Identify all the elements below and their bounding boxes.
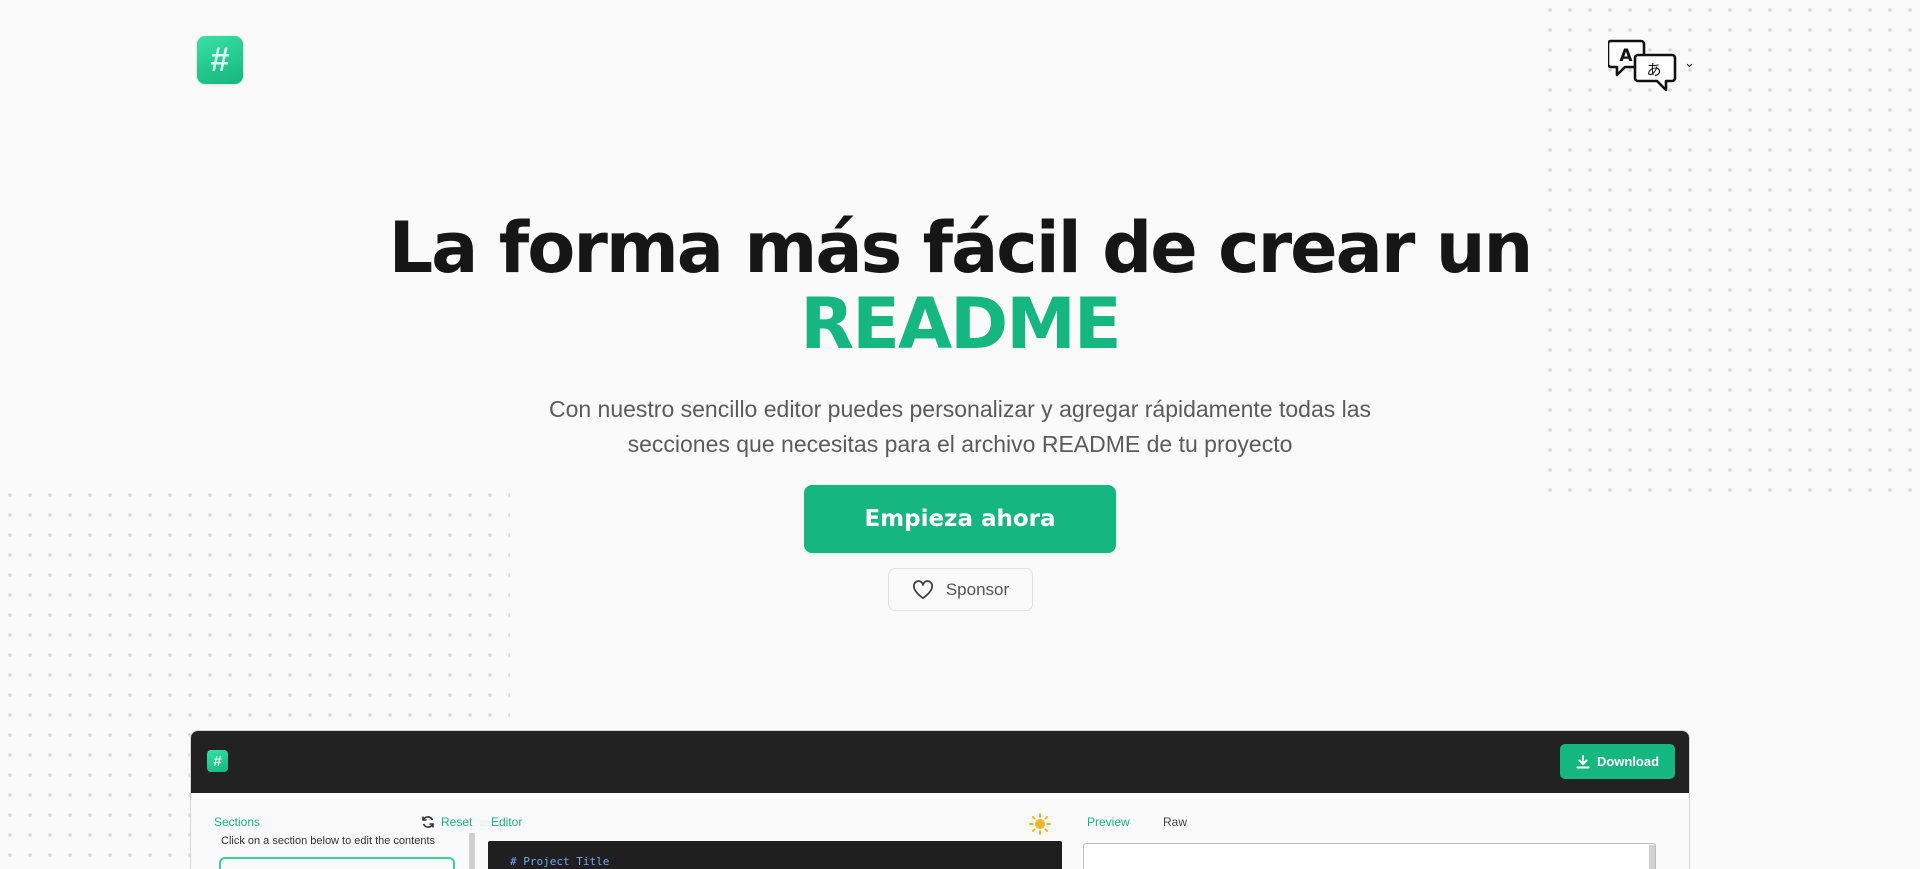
refresh-icon bbox=[422, 816, 434, 828]
language-selector[interactable]: A あ ⌄ bbox=[1608, 38, 1695, 92]
preview-sections-label: Sections bbox=[214, 815, 261, 829]
preview-download-button: Download bbox=[1560, 744, 1675, 779]
download-icon bbox=[1576, 754, 1590, 768]
sun-icon bbox=[1029, 813, 1051, 835]
preview-reset: Reset bbox=[421, 815, 472, 829]
preview-output-pane bbox=[1083, 843, 1656, 869]
site-logo[interactable]: # bbox=[197, 36, 243, 84]
app-preview-screenshot: # Download Sections Reset Click on a sec… bbox=[191, 731, 1689, 869]
preview-topbar: # Download bbox=[191, 731, 1689, 793]
hero-title-highlight: README bbox=[800, 283, 1121, 365]
start-now-button[interactable]: Empieza ahora bbox=[804, 485, 1116, 553]
preview-body: Sections Reset Click on a section below … bbox=[191, 793, 1689, 869]
sponsor-label: Sponsor bbox=[945, 579, 1010, 599]
preview-logo: # bbox=[207, 750, 228, 772]
preview-tab-preview: Preview bbox=[1087, 815, 1130, 829]
hash-icon: # bbox=[210, 41, 230, 79]
heart-icon bbox=[912, 579, 933, 599]
hero-title-line1: La forma más fácil de crear un bbox=[388, 207, 1534, 289]
sponsor-button[interactable]: Sponsor bbox=[888, 568, 1033, 611]
hero-subtitle: Con nuestro sencillo editor puedes perso… bbox=[510, 392, 1410, 462]
preview-sections-hint: Click on a section below to edit the con… bbox=[221, 835, 436, 847]
preview-editor: # Project Title bbox=[488, 841, 1062, 869]
preview-download-label: Download bbox=[1596, 754, 1660, 769]
hero-subtitle-line1: Con nuestro sencillo editor puedes perso… bbox=[548, 396, 1372, 422]
chevron-down-icon: ⌄ bbox=[1684, 55, 1695, 70]
hero-subtitle-line2: secciones que necesitas para el archivo … bbox=[627, 431, 1293, 457]
preview-reset-label: Reset bbox=[441, 815, 473, 829]
preview-tab-raw: Raw bbox=[1163, 815, 1188, 829]
translate-icon: A あ bbox=[1608, 39, 1677, 92]
preview-output-scrollbar bbox=[1649, 845, 1655, 869]
hero: La forma más fácil de crear un README Co… bbox=[0, 210, 1920, 462]
preview-scrollbar bbox=[469, 833, 475, 869]
svg-text:あ: あ bbox=[1646, 61, 1661, 79]
preview-editor-label: Editor bbox=[491, 815, 523, 829]
svg-text:A: A bbox=[1619, 46, 1633, 66]
preview-code-line: # Project Title bbox=[510, 855, 610, 868]
preview-section-item bbox=[219, 857, 455, 869]
hero-title: La forma más fácil de crear un README bbox=[0, 210, 1920, 362]
